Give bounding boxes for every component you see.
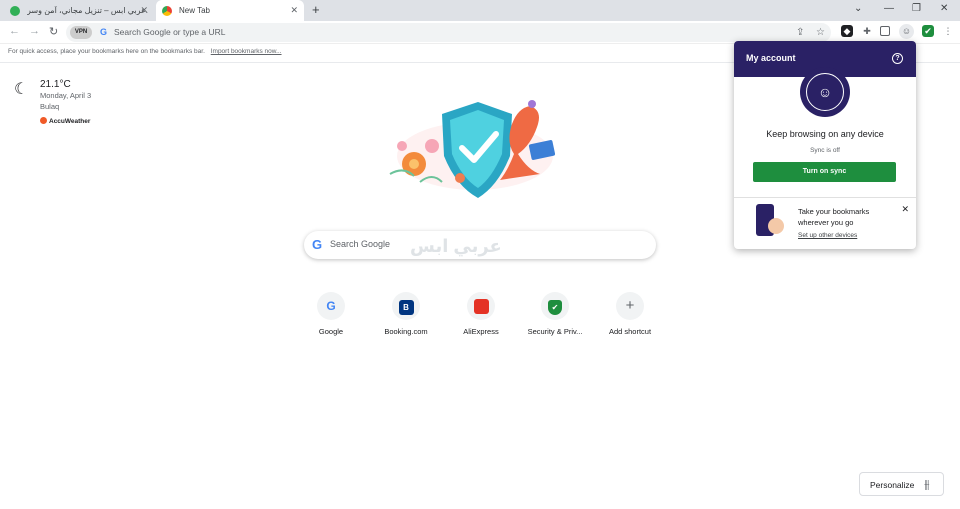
shield-check-icon: ✔ (541, 292, 569, 320)
sliders-icon: ⫵ (924, 477, 930, 491)
security-doodle-illustration (389, 100, 556, 198)
accuweather-logo: AccuWeather (40, 117, 90, 125)
google-g-icon: G (312, 237, 323, 252)
google-icon: G (100, 27, 108, 37)
setup-devices-link[interactable]: Set up other devices (798, 232, 857, 239)
close-tab-icon[interactable]: ✕ (140, 5, 148, 16)
shortcut-google[interactable]: G Google (296, 292, 366, 336)
bookmarks-hint: For quick access, place your bookmarks h… (8, 48, 205, 55)
sync-status: Sync is off (810, 147, 840, 154)
reload-icon[interactable]: ↻ (49, 25, 58, 38)
omnibox[interactable]: VPN G Search Google or type a URL ⇪ ☆ (66, 23, 831, 42)
temperature: 21.1°C (40, 79, 71, 90)
tab-search-icon[interactable]: ⌄ (854, 3, 862, 14)
plus-icon: + (616, 292, 644, 320)
tab-title: New Tab (179, 6, 210, 15)
shield-extension-icon[interactable]: ◆ (841, 25, 853, 37)
tab-title: عربي ابس – تنزيل مجاني، آمن وسر... (27, 6, 148, 15)
search-placeholder: Search Google (330, 239, 391, 249)
shortcuts-grid: G Google B Booking.com AliExpress ✔ Secu… (296, 292, 668, 342)
moon-icon: ☾ (14, 81, 29, 98)
shortcut-aliexpress[interactable]: AliExpress (446, 292, 516, 336)
tab-new-tab[interactable]: New Tab ✕ (156, 0, 304, 21)
shortcut-label: Booking.com (384, 327, 428, 336)
hand-illustration (768, 218, 784, 234)
shortcut-label: Security & Priv... (527, 327, 583, 336)
person-icon: ☺ (817, 84, 833, 100)
sync-heading: Keep browsing on any device (766, 129, 884, 139)
personalize-label: Personalize (870, 480, 915, 490)
side-panel-icon[interactable] (880, 26, 890, 36)
personalize-button[interactable]: Personalize ⫵ (859, 472, 944, 496)
accuweather-icon (40, 117, 47, 124)
avatar: ☺ (800, 67, 850, 117)
restore-button[interactable]: ❐ (912, 3, 921, 14)
import-bookmarks-link[interactable]: Import bookmarks now... (211, 48, 282, 55)
shortcut-booking[interactable]: B Booking.com (371, 292, 441, 336)
extensions-puzzle-icon[interactable]: ✚ (861, 25, 873, 37)
booking-icon: B (392, 292, 420, 320)
shortcut-label: Google (318, 327, 344, 336)
vpn-badge[interactable]: VPN (70, 26, 92, 39)
bookmarks-promo: Take your bookmarks wherever you go Set … (734, 197, 916, 249)
help-icon[interactable]: ? (892, 53, 903, 64)
shortcut-label: AliExpress (463, 327, 499, 336)
google-icon: G (317, 292, 345, 320)
weather-date: Monday, April 3 (40, 91, 92, 100)
security-extension-icon[interactable]: ✔ (922, 25, 934, 37)
chrome-icon (162, 5, 172, 16)
share-icon[interactable]: ⇪ (796, 27, 804, 38)
bookmark-star-icon[interactable]: ☆ (816, 27, 825, 38)
new-tab-button[interactable]: + (312, 3, 320, 17)
profile-icon[interactable]: ☺ (899, 24, 914, 39)
tab-strip: عربي ابس – تنزيل مجاني، آمن وسر... ✕ New… (0, 0, 960, 21)
weather-location: Bulaq (40, 102, 60, 111)
watermark: عربي ابس (410, 236, 502, 256)
close-window-button[interactable]: ✕ (940, 3, 948, 14)
arabic-apps-logo-icon (10, 5, 20, 16)
shortcut-security-privacy[interactable]: ✔ Security & Priv... (520, 292, 590, 336)
promo-text: Take your bookmarks wherever you go (798, 207, 870, 227)
minimize-button[interactable]: — (884, 3, 894, 14)
back-icon[interactable]: ← (9, 25, 20, 37)
turn-on-sync-button[interactable]: Turn on sync (753, 162, 896, 182)
tab-arabic-apps[interactable]: عربي ابس – تنزيل مجاني، آمن وسر... ✕ (4, 0, 154, 21)
close-promo-icon[interactable]: ✕ (901, 204, 909, 215)
menu-kebab-icon[interactable]: ⋮ (942, 25, 954, 37)
popup-title: My account (746, 53, 796, 63)
account-popup: My account ? ☺ Keep browsing on any devi… (734, 41, 916, 249)
close-tab-icon[interactable]: ✕ (290, 5, 298, 16)
aliexpress-icon (467, 292, 495, 320)
forward-icon[interactable]: → (29, 25, 40, 37)
shortcut-label: Add shortcut (608, 327, 652, 336)
omnibox-placeholder: Search Google or type a URL (114, 27, 226, 37)
add-shortcut-button[interactable]: + Add shortcut (595, 292, 665, 336)
